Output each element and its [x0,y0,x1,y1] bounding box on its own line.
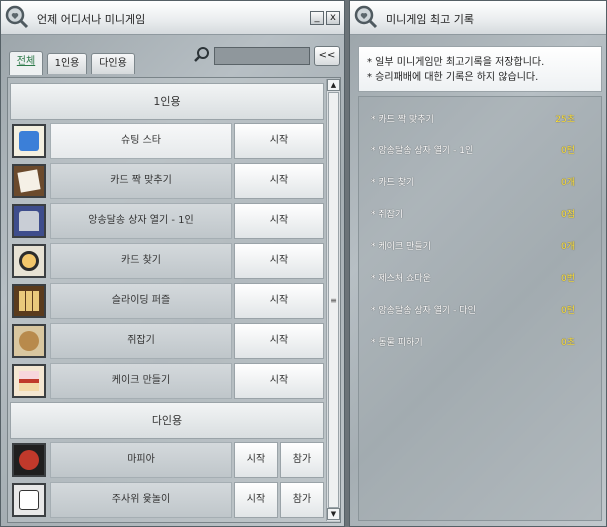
game-list: 1인용 슈팅 스타 시작 카드 짝 맞추기 시작 앙송달송 상자 열기 - 1인… [7,77,341,523]
record-value: 25초 [555,115,575,125]
tab-multi[interactable]: 다인용 [91,53,135,74]
shooting-star-game-icon [12,124,46,158]
card-find-game-icon [12,244,46,278]
list-scrollbar[interactable]: ▲ ≡ ▼ [326,79,340,521]
record-row: * 케이크 만들기 0개 [359,236,603,256]
tab-single[interactable]: 1인용 [47,53,87,74]
right-titlebar[interactable]: 미니게임 최고 기록 [350,1,606,35]
close-button[interactable]: x [326,11,340,25]
left-titlebar[interactable]: 언제 어디서나 미니게임 _ x [1,1,344,35]
list-item: 앙송달송 상자 열기 - 1인 시작 [10,202,326,240]
notice-box: * 일부 미니게임만 최고기록을 저장합니다. * 승리패배에 대한 기록은 하… [358,46,602,92]
record-row: * 카드 찾기 0개 [359,172,603,192]
record-row: * 앙송달송 상자 열기 - 1인 0턴 [359,140,603,160]
card-match-game-icon [12,164,46,198]
record-row: * 제스처 쇼다운 0번 [359,268,603,288]
start-button[interactable]: 시작 [234,482,278,518]
record-value: 0턴 [560,146,575,156]
list-item: 주사위 윷놀이 시작 참가 [10,481,326,519]
game-name: 앙송달송 상자 열기 - 1인 [50,203,232,239]
collapse-button[interactable]: << [314,46,340,66]
dice-game-icon [12,483,46,517]
record-value: 0초 [560,338,575,348]
sliding-puzzle-game-icon [12,284,46,318]
scroll-thumb[interactable]: ≡ [328,92,339,508]
record-name: * 제스처 쇼다운 [371,274,431,284]
join-button[interactable]: 참가 [280,442,324,478]
game-name: 슈팅 스타 [50,123,232,159]
record-value: 0턴 [560,306,575,316]
record-name: * 쥐잡기 [371,210,404,220]
list-item: 케이크 만들기 시작 [10,362,326,400]
record-value: 0번 [560,274,575,284]
list-item: 쥐잡기 시작 [10,322,326,360]
list-item: 슈팅 스타 시작 [10,122,326,160]
minimize-button[interactable]: _ [310,11,324,25]
record-value: 0개 [560,242,575,252]
start-button[interactable]: 시작 [234,163,324,199]
best-records-window: 미니게임 최고 기록 * 일부 미니게임만 최고기록을 저장합니다. * 승리패… [349,0,607,527]
record-row: * 카드 짝 맞추기 25초 [359,109,603,129]
start-button[interactable]: 시작 [234,363,324,399]
record-name: * 앙송달송 상자 열기 - 다인 [371,306,476,316]
list-item: 마피아 시작 참가 [10,441,326,479]
window-title: 미니게임 최고 기록 [386,13,474,26]
list-item: 카드 찾기 시작 [10,242,326,280]
list-item: 카드 짝 맞추기 시작 [10,162,326,200]
scroll-down-arrow-icon[interactable]: ▼ [327,508,340,520]
game-name: 케이크 만들기 [50,363,232,399]
start-button[interactable]: 시작 [234,203,324,239]
game-name: 카드 찾기 [50,243,232,279]
record-name: * 동물 피하기 [371,338,423,348]
record-name: * 앙송달송 상자 열기 - 1인 [371,146,474,156]
record-row: * 앙송달송 상자 열기 - 다인 0턴 [359,300,603,320]
records-list: * 카드 짝 맞추기 25초 * 앙송달송 상자 열기 - 1인 0턴 * 카드… [358,96,602,521]
game-name: 슬라이딩 퍼즐 [50,283,232,319]
record-value: 0점 [560,210,575,220]
mouse-catch-game-icon [12,324,46,358]
lock-box-game-icon [12,204,46,238]
start-button[interactable]: 시작 [234,442,278,478]
window-title: 언제 어디서나 미니게임 [37,13,146,26]
minigame-list-window: 언제 어디서나 미니게임 _ x 전체 1인용 다인용 << 1인용 슈팅 스타… [0,0,345,527]
start-button[interactable]: 시작 [234,243,324,279]
start-button[interactable]: 시작 [234,123,324,159]
record-name: * 카드 짝 맞추기 [371,115,434,125]
record-name: * 카드 찾기 [371,178,415,188]
search-icon[interactable] [193,46,211,64]
record-name: * 케이크 만들기 [371,242,431,252]
section-header-single: 1인용 [10,83,324,120]
cake-game-icon [12,364,46,398]
start-button[interactable]: 시작 [234,323,324,359]
game-name: 카드 짝 맞추기 [50,163,232,199]
scroll-up-arrow-icon[interactable]: ▲ [327,79,340,91]
magnifier-heart-icon [5,5,29,29]
record-value: 0개 [560,178,575,188]
start-button[interactable]: 시작 [234,283,324,319]
notice-line: * 승리패배에 대한 기록은 하지 않습니다. [367,72,539,83]
tab-all[interactable]: 전체 [9,51,43,75]
list-item: 슬라이딩 퍼즐 시작 [10,282,326,320]
game-name: 마피아 [50,442,232,478]
notice-line: * 일부 미니게임만 최고기록을 저장합니다. [367,57,545,68]
section-header-multi: 다인용 [10,402,324,439]
search-input[interactable] [214,47,310,65]
magnifier-heart-icon [354,5,378,29]
game-name: 주사위 윷놀이 [50,482,232,518]
record-row: * 동물 피하기 0초 [359,332,603,352]
join-button[interactable]: 참가 [280,482,324,518]
record-row: * 쥐잡기 0점 [359,204,603,224]
game-name: 쥐잡기 [50,323,232,359]
mafia-game-icon [12,443,46,477]
